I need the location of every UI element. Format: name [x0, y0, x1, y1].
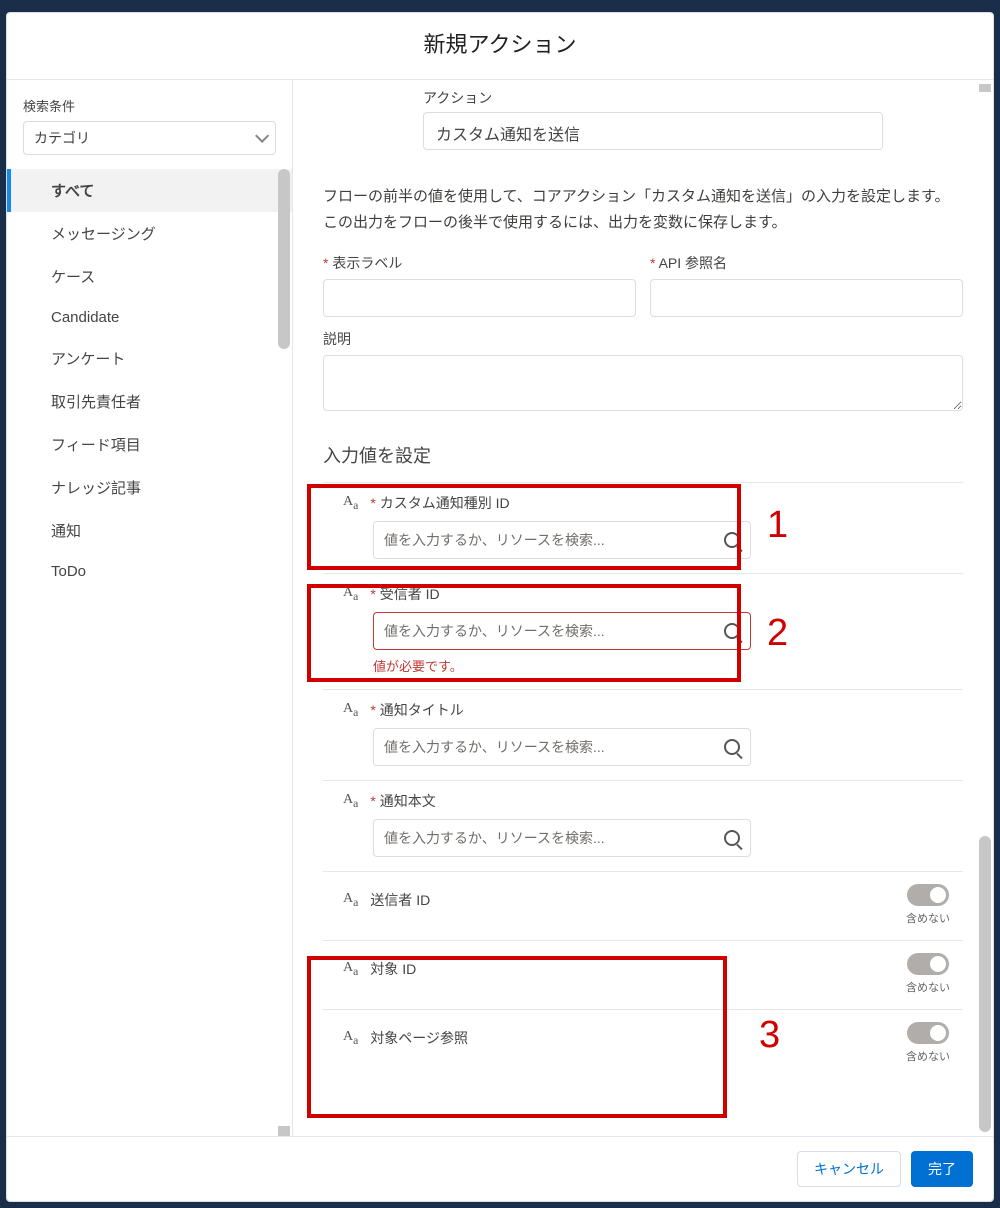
action-label: アクション [423, 88, 963, 108]
done-button[interactable]: 完了 [911, 1151, 973, 1187]
sender-label: Aa 送信者 ID [343, 884, 893, 910]
category-item-survey[interactable]: アンケート [7, 337, 292, 380]
main-scroll-top[interactable] [979, 84, 991, 92]
category-item-case[interactable]: ケース [7, 255, 292, 298]
display-label-input[interactable] [323, 279, 636, 317]
category-item-feed[interactable]: フィード項目 [7, 423, 292, 466]
new-action-modal: 新規アクション 検索条件 カテゴリ すべて メッセージング ケース Candid… [6, 12, 994, 1202]
main-scroll-thumb[interactable] [979, 836, 991, 1132]
target-page-toggle[interactable] [907, 1022, 949, 1044]
input-body: Aa* 通知本文 値を入力するか、リソースを検索... [323, 781, 963, 871]
sender-toggle-col: 含めない [893, 884, 963, 926]
category-select[interactable]: カテゴリ [23, 121, 276, 155]
api-name-label: * API 参照名 [650, 253, 963, 273]
callout-box-1 [307, 484, 741, 570]
api-name-col: * API 参照名 [650, 253, 963, 317]
input-sender: Aa 送信者 ID 含めない [323, 872, 963, 940]
sidebar: 検索条件 カテゴリ すべて メッセージング ケース Candidate アンケー… [7, 80, 293, 1136]
callout-number-2: 2 [767, 612, 788, 655]
category-item-notification[interactable]: 通知 [7, 509, 292, 552]
display-label-col: * 表示ラベル [323, 253, 636, 317]
search-icon [724, 830, 740, 846]
modal-header: 新規アクション [7, 13, 993, 80]
category-item-todo[interactable]: ToDo [7, 552, 292, 591]
api-name-input[interactable] [650, 279, 963, 317]
sender-toggle-label: 含めない [893, 910, 963, 926]
chevron-down-icon [255, 129, 269, 143]
target-id-toggle-label: 含めない [893, 979, 963, 995]
cancel-button[interactable]: キャンセル [797, 1151, 901, 1187]
scrollbar-track-end [278, 1126, 290, 1136]
modal-body: 検索条件 カテゴリ すべて メッセージング ケース Candidate アンケー… [7, 80, 993, 1136]
modal-title: 新規アクション [7, 27, 993, 59]
title-input[interactable]: 値を入力するか、リソースを検索... [373, 728, 751, 766]
target-page-toggle-label: 含めない [893, 1048, 963, 1064]
section-title: 入力値を設定 [323, 442, 963, 468]
body-input[interactable]: 値を入力するか、リソースを検索... [373, 819, 751, 857]
target-id-toggle[interactable] [907, 953, 949, 975]
sidebar-label: 検索条件 [23, 96, 276, 115]
input-title: Aa* 通知タイトル 値を入力するか、リソースを検索... [323, 690, 963, 780]
target-id-toggle-col: 含めない [893, 953, 963, 995]
desc-label: 説明 [323, 329, 963, 349]
target-page-toggle-col: 含めない [893, 1022, 963, 1064]
main-panel: アクション カスタム通知を送信 フローの前半の値を使用して、コアアクション「カス… [293, 80, 993, 1136]
callout-number-3: 3 [759, 1014, 780, 1057]
body-label: Aa* 通知本文 [343, 791, 963, 811]
category-item-contact[interactable]: 取引先責任者 [7, 380, 292, 423]
text-type-icon: Aa [343, 701, 358, 719]
action-value[interactable]: カスタム通知を送信 [423, 112, 883, 150]
text-type-icon: Aa [343, 792, 358, 810]
callout-box-3 [307, 956, 727, 1118]
text-type-icon: Aa [343, 891, 358, 909]
sender-toggle[interactable] [907, 884, 949, 906]
title-label: Aa* 通知タイトル [343, 700, 963, 720]
callout-number-1: 1 [767, 504, 788, 547]
sidebar-top: 検索条件 カテゴリ [7, 96, 292, 155]
category-item-candidate[interactable]: Candidate [7, 298, 292, 337]
category-list: すべて メッセージング ケース Candidate アンケート 取引先責任者 フ… [7, 169, 292, 601]
category-item-knowledge[interactable]: ナレッジ記事 [7, 466, 292, 509]
category-scroll[interactable]: すべて メッセージング ケース Candidate アンケート 取引先責任者 フ… [7, 169, 292, 1136]
category-item-messaging[interactable]: メッセージング [7, 212, 292, 255]
label-apiname-row: * 表示ラベル * API 参照名 [323, 253, 963, 317]
search-icon [724, 739, 740, 755]
callout-box-2 [307, 584, 741, 682]
description-text: フローの前半の値を使用して、コアアクション「カスタム通知を送信」の入力を設定しま… [323, 184, 963, 235]
scrollbar-thumb[interactable] [278, 169, 290, 349]
display-label-label: * 表示ラベル [323, 253, 636, 273]
desc-textarea[interactable] [323, 355, 963, 411]
desc-field: 説明 [323, 329, 963, 414]
modal-footer: キャンセル 完了 [7, 1136, 993, 1201]
category-item-all[interactable]: すべて [7, 169, 292, 212]
category-select-value: カテゴリ [34, 128, 90, 148]
